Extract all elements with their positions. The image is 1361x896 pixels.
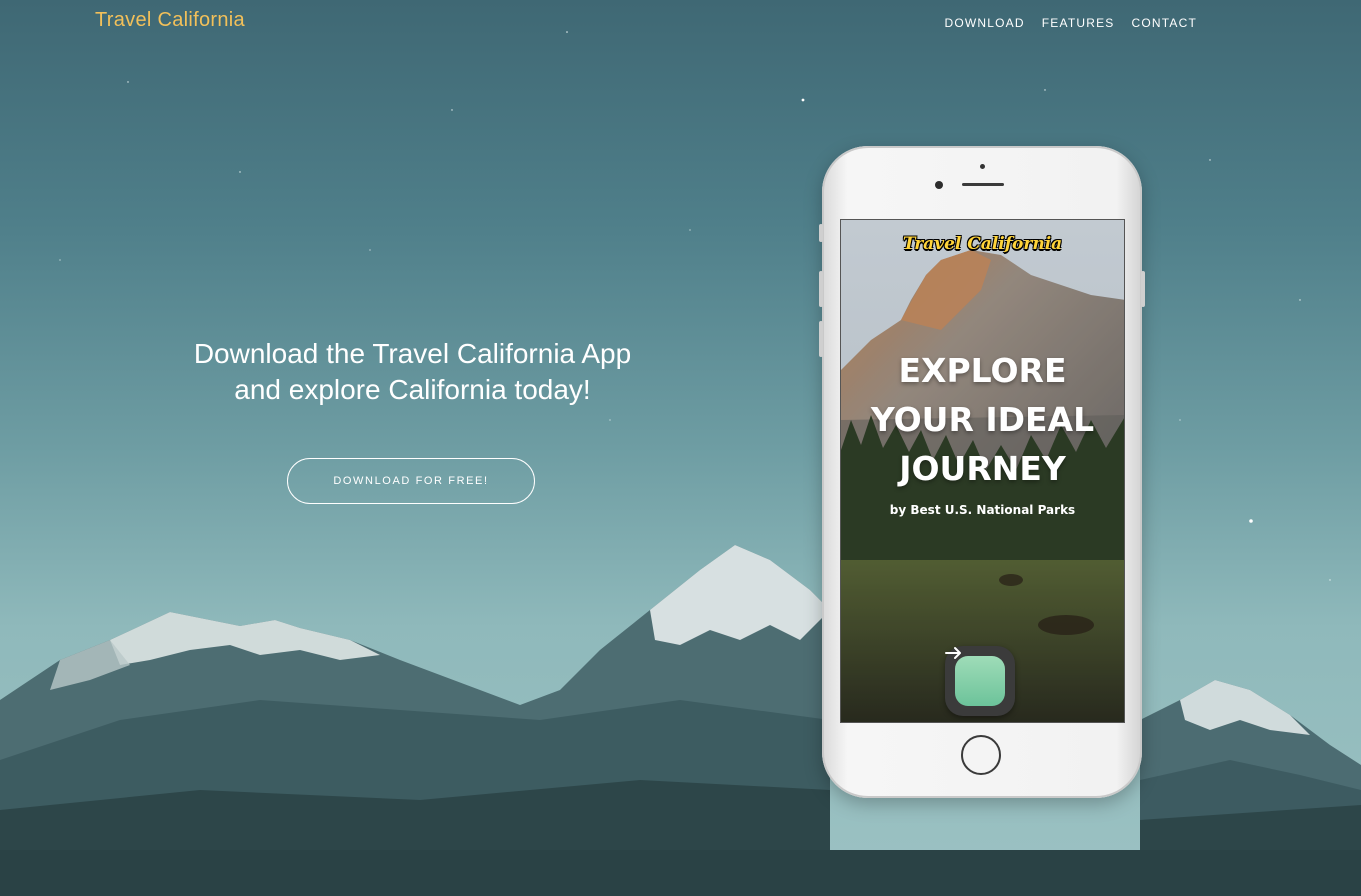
phone-camera bbox=[935, 181, 943, 189]
hero-headline-line-1: Download the Travel California App bbox=[193, 338, 632, 369]
mountain-range-background bbox=[0, 545, 1361, 896]
app-title-line-1: EXPLORE bbox=[898, 351, 1067, 390]
landing-page: Travel California DOWNLOAD FEATURES CONT… bbox=[0, 0, 1361, 896]
app-title-line-2: YOUR IDEAL bbox=[870, 400, 1095, 439]
app-hero-title: EXPLORE YOUR IDEAL JOURNEY bbox=[841, 346, 1124, 493]
nav-link-features[interactable]: FEATURES bbox=[1042, 16, 1115, 30]
arrow-right-icon bbox=[945, 647, 1005, 706]
app-logo-text: Travel California bbox=[902, 234, 1063, 254]
app-next-button[interactable] bbox=[945, 646, 1015, 716]
hero-headline: Download the Travel California App and e… bbox=[160, 336, 665, 408]
phone-home-button bbox=[961, 735, 1001, 775]
nav-link-download[interactable]: DOWNLOAD bbox=[944, 16, 1024, 30]
download-for-free-button[interactable]: DOWNLOAD FOR FREE! bbox=[287, 458, 535, 504]
phone-power-button bbox=[1141, 271, 1145, 307]
app-title-line-3: JOURNEY bbox=[899, 449, 1066, 488]
phone-mockup: Travel California EXPLORE YOUR IDEAL JOU… bbox=[819, 146, 1145, 798]
phone-mute-switch bbox=[819, 224, 823, 242]
phone-volume-up-button bbox=[819, 271, 823, 307]
hero-headline-line-2: and explore California today! bbox=[234, 374, 591, 405]
main-nav: DOWNLOAD FEATURES CONTACT bbox=[944, 16, 1197, 30]
phone-sensor bbox=[980, 164, 985, 169]
nav-link-contact[interactable]: CONTACT bbox=[1131, 16, 1197, 30]
phone-screen: Travel California EXPLORE YOUR IDEAL JOU… bbox=[840, 219, 1125, 723]
app-subtitle: by Best U.S. National Parks bbox=[889, 503, 1076, 517]
phone-volume-down-button bbox=[819, 321, 823, 357]
phone-speaker bbox=[962, 183, 1004, 186]
brand-logo-link[interactable]: Travel California bbox=[95, 9, 245, 32]
